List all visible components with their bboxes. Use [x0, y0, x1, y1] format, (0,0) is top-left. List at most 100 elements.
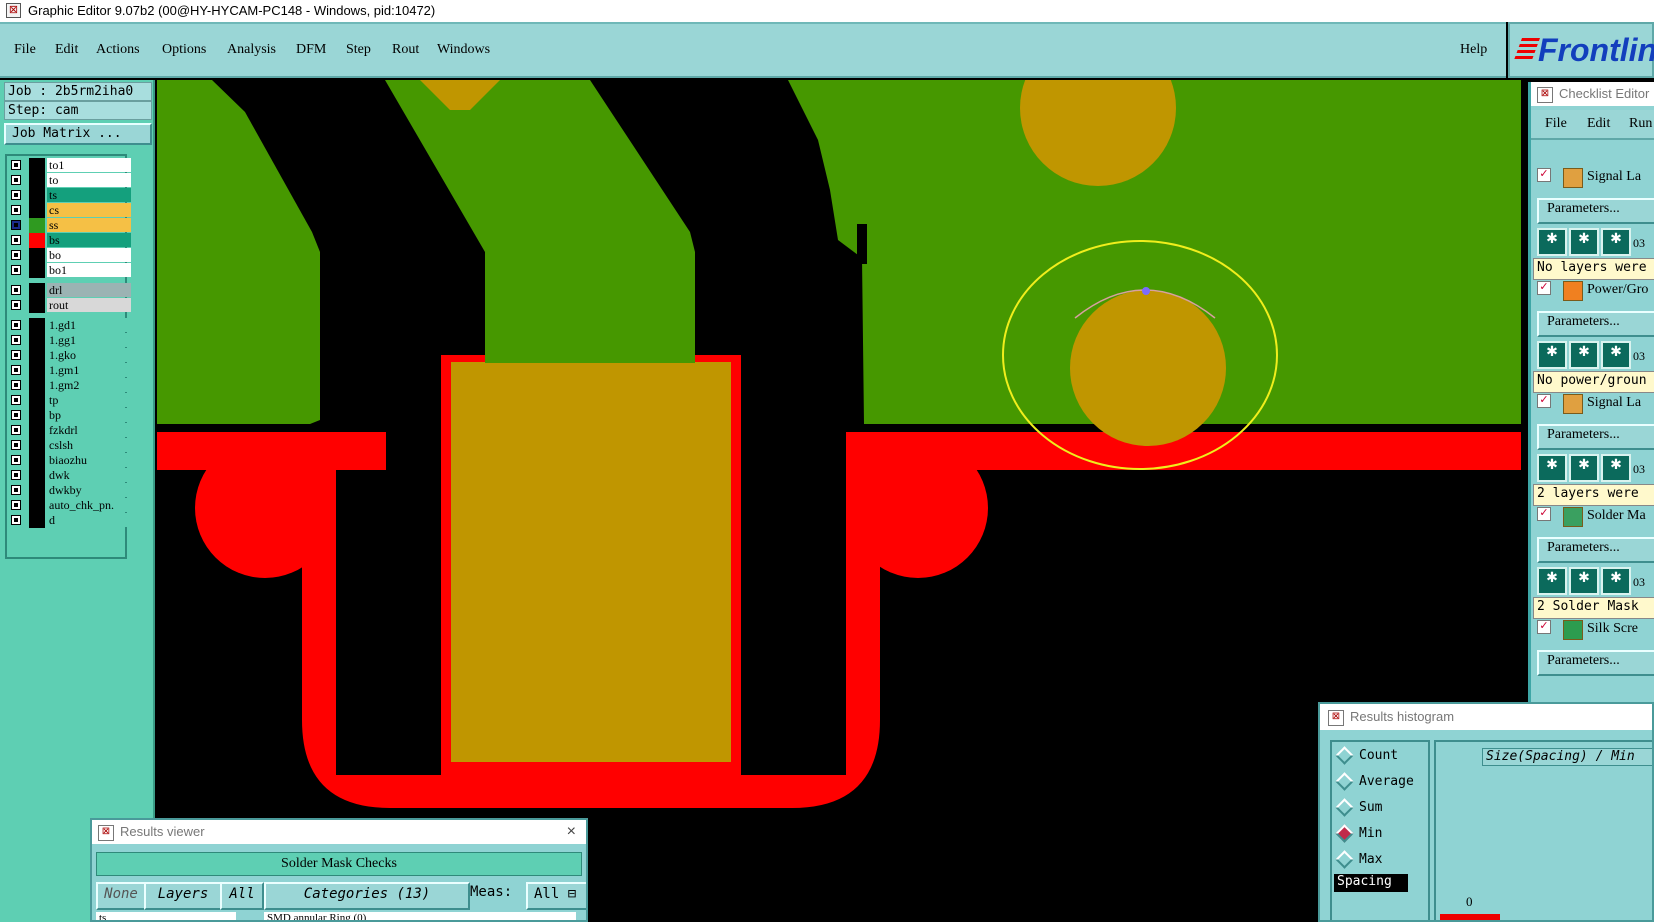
none-button[interactable]: None	[96, 882, 146, 910]
layer-color-swatch[interactable]	[29, 393, 45, 408]
checklist-menu-edit[interactable]: Edit	[1587, 116, 1610, 132]
layer-color-swatch[interactable]	[29, 158, 45, 173]
layer-name[interactable]: bo	[47, 248, 131, 262]
menu-step[interactable]: Step	[346, 42, 371, 58]
layer-name[interactable]: 1.gko	[47, 348, 131, 362]
layer-name[interactable]: 1.gm2	[47, 378, 131, 392]
close-icon[interactable]: ×	[567, 820, 576, 844]
job-matrix-button[interactable]: Job Matrix ...	[4, 123, 152, 145]
layer-row[interactable]: bs	[7, 233, 131, 248]
run-action-icon[interactable]: ✱	[1537, 228, 1567, 256]
layer-color-swatch[interactable]	[29, 188, 45, 203]
run-action-icon[interactable]: ✱	[1569, 567, 1599, 595]
categories-button[interactable]: Categories (13)	[264, 882, 470, 910]
layer-row[interactable]: d	[7, 513, 131, 528]
menu-actions[interactable]: Actions	[96, 42, 140, 58]
check-icon[interactable]: ✓	[1537, 394, 1551, 408]
check-icon[interactable]: ✓	[1537, 507, 1551, 521]
layer-name[interactable]: dwk	[47, 468, 131, 482]
layer-name[interactable]: 1.gd1	[47, 318, 131, 332]
option-average[interactable]: Average	[1335, 772, 1414, 791]
menu-analysis[interactable]: Analysis	[227, 42, 276, 58]
layer-color-swatch[interactable]	[29, 498, 45, 513]
menu-edit[interactable]: Edit	[55, 42, 78, 58]
layer-name[interactable]: dwkby	[47, 483, 131, 497]
layer-name[interactable]: bs	[47, 233, 131, 247]
layer-name[interactable]: ts	[47, 188, 131, 202]
menu-rout[interactable]: Rout	[392, 42, 419, 58]
graphic-canvas[interactable]	[157, 80, 1521, 922]
layer-checkbox[interactable]	[11, 285, 21, 295]
board-view[interactable]	[157, 80, 1521, 922]
layer-color-swatch[interactable]	[29, 423, 45, 438]
layer-color-swatch[interactable]	[29, 173, 45, 188]
layer-row[interactable]: cs	[7, 203, 131, 218]
layer-checkbox[interactable]	[11, 455, 21, 465]
layer-checkbox[interactable]	[11, 335, 21, 345]
layer-name[interactable]: drl	[47, 283, 131, 297]
layer-row[interactable]: auto_chk_pn.	[7, 498, 131, 513]
layer-name[interactable]: tp	[47, 393, 131, 407]
layer-checkbox[interactable]	[11, 440, 21, 450]
layer-row[interactable]: 1.gko	[7, 348, 131, 363]
layer-checkbox[interactable]	[11, 160, 21, 170]
layer-color-swatch[interactable]	[29, 468, 45, 483]
layer-name[interactable]: auto_chk_pn.	[47, 498, 131, 512]
layer-checkbox[interactable]	[11, 235, 21, 245]
layer-name[interactable]: cslsh	[47, 438, 131, 452]
layer-color-swatch[interactable]	[29, 378, 45, 393]
layer-row[interactable]: bo1	[7, 263, 131, 278]
layer-checkbox[interactable]	[11, 320, 21, 330]
run-action-icon[interactable]: ✱	[1601, 228, 1631, 256]
layer-color-swatch[interactable]	[29, 283, 45, 298]
layer-row[interactable]: ts	[7, 188, 131, 203]
layer-row[interactable]: ss	[7, 218, 131, 233]
run-action-icon[interactable]: ✱	[1537, 454, 1567, 482]
layer-name[interactable]: 1.gg1	[47, 333, 131, 347]
layer-color-swatch[interactable]	[29, 318, 45, 333]
layer-row[interactable]: tp	[7, 393, 131, 408]
layer-row[interactable]: to	[7, 173, 131, 188]
layer-checkbox[interactable]	[11, 410, 21, 420]
layer-color-swatch[interactable]	[29, 483, 45, 498]
layer-color-swatch[interactable]	[29, 453, 45, 468]
layer-checkbox[interactable]	[11, 470, 21, 480]
layer-name[interactable]: to1	[47, 158, 131, 172]
layer-row[interactable]: dwk	[7, 468, 131, 483]
layer-row[interactable]: 1.gg1	[7, 333, 131, 348]
run-action-icon[interactable]: ✱	[1537, 567, 1567, 595]
layer-row[interactable]: drl	[7, 283, 131, 298]
layer-checkbox[interactable]	[11, 350, 21, 360]
layer-color-swatch[interactable]	[29, 408, 45, 423]
layer-name[interactable]: 1.gm1	[47, 363, 131, 377]
checklist-menu-file[interactable]: File	[1545, 116, 1567, 132]
layer-checkbox[interactable]	[11, 485, 21, 495]
check-icon[interactable]: ✓	[1537, 168, 1551, 182]
option-sum[interactable]: Sum	[1335, 798, 1382, 817]
layer-checkbox[interactable]	[11, 300, 21, 310]
layer-checkbox[interactable]	[11, 265, 21, 275]
layer-row[interactable]: bp	[7, 408, 131, 423]
parameters-button[interactable]: Parameters...	[1537, 424, 1654, 450]
layer-checkbox[interactable]	[11, 515, 21, 525]
layer-checkbox[interactable]	[11, 365, 21, 375]
layer-name[interactable]: to	[47, 173, 131, 187]
menu-help[interactable]: Help	[1460, 42, 1487, 58]
layer-color-swatch[interactable]	[29, 298, 45, 313]
layer-row[interactable]: rout	[7, 298, 131, 313]
parameters-button[interactable]: Parameters...	[1537, 650, 1654, 676]
parameters-button[interactable]: Parameters...	[1537, 198, 1654, 224]
layer-name[interactable]: rout	[47, 298, 131, 312]
parameters-button[interactable]: Parameters...	[1537, 537, 1654, 563]
menu-file[interactable]: File	[14, 42, 36, 58]
run-action-icon[interactable]: ✱	[1569, 341, 1599, 369]
layer-checkbox[interactable]	[11, 380, 21, 390]
option-max[interactable]: Max	[1335, 850, 1382, 869]
layer-color-swatch[interactable]	[29, 248, 45, 263]
run-action-icon[interactable]: ✱	[1569, 228, 1599, 256]
layer-row[interactable]: 1.gm1	[7, 363, 131, 378]
layer-color-swatch[interactable]	[29, 333, 45, 348]
layer-checkbox[interactable]	[11, 175, 21, 185]
layer-color-swatch[interactable]	[29, 233, 45, 248]
layer-row[interactable]: cslsh	[7, 438, 131, 453]
